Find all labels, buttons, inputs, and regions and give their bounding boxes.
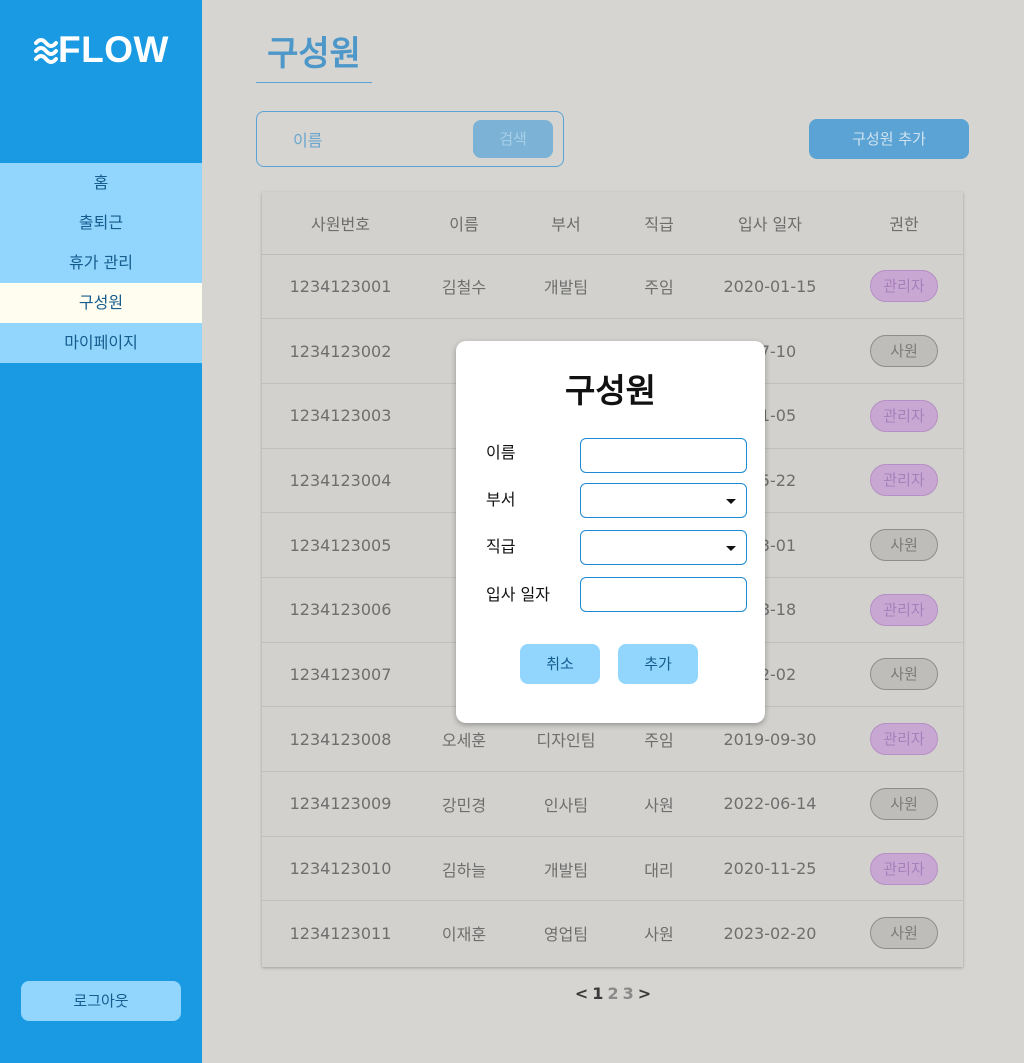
role-cell: 관리자: [845, 577, 963, 643]
name-cell: 김하늘: [419, 836, 509, 902]
page-button-2[interactable]: 2: [605, 984, 620, 1003]
table-row[interactable]: 1234123001 김철수 개발팀 주임 2020-01-15 관리자: [262, 254, 963, 320]
employee-id-cell: 1234123004: [262, 448, 419, 514]
role-badge: 관리자: [870, 723, 938, 756]
confirm-add-button[interactable]: 추가: [618, 644, 698, 684]
department-label: 부서: [486, 490, 516, 509]
role-badge: 관리자: [870, 852, 938, 885]
hire-date-cell: 2020-11-25: [695, 836, 845, 902]
department-select[interactable]: [580, 483, 747, 518]
role-badge: 관리자: [870, 399, 938, 432]
hire-date-cell: 2023-02-20: [723, 923, 817, 943]
employee-id-cell: 1234123008: [262, 706, 419, 772]
employee-id-cell: 1234123006: [262, 577, 419, 643]
department-cell: 영업팀: [543, 925, 589, 945]
employee-id-cell: 1234123003: [262, 383, 419, 449]
role-cell: 관리자: [845, 383, 963, 449]
table-header-row: 사원번호 이름 부서 직급 입사 일자 권한: [262, 192, 963, 255]
sidebar-item-leave[interactable]: 휴가 관리: [0, 243, 202, 283]
hire-date-label: 입사 일자: [486, 585, 550, 604]
column-header-role: 권한: [845, 192, 963, 255]
name-field[interactable]: [580, 438, 747, 473]
department-cell: 개발팀: [509, 254, 623, 320]
rank-cell: 사원: [623, 771, 695, 837]
role-badge: 관리자: [870, 270, 938, 303]
chevron-down-icon: [726, 546, 736, 551]
column-header-hire-date: 입사 일자: [695, 192, 845, 255]
table-row[interactable]: 1234123010 김하늘 개발팀 대리 2020-11-25 관리자: [262, 836, 963, 902]
role-cell: 사원: [845, 901, 963, 966]
sidebar-nav: 홈 출퇴근 휴가 관리 구성원 마이페이지: [0, 163, 202, 363]
role-cell: 사원: [845, 771, 963, 837]
column-header-employee-id: 사원번호: [262, 192, 419, 255]
role-cell: 관리자: [845, 836, 963, 902]
search-button[interactable]: 검색: [473, 120, 553, 158]
wave-icon: [34, 38, 58, 64]
role-cell: 관리자: [845, 448, 963, 514]
employee-id-cell: 1234123005: [262, 512, 419, 578]
column-header-rank: 직급: [623, 192, 695, 255]
sidebar-item-attendance[interactable]: 출퇴근: [0, 203, 202, 243]
role-badge: 관리자: [870, 593, 938, 626]
role-badge: 사원: [870, 917, 938, 950]
next-page-button[interactable]: >: [636, 984, 653, 1003]
table-row[interactable]: 1234123009 강민경 인사팀 사원 2022-06-14 사원: [262, 771, 963, 837]
employee-id-cell: 1234123002: [262, 318, 419, 384]
department-cell: 인사팀: [509, 771, 623, 837]
name-cell: 김철수: [419, 254, 509, 320]
role-badge: 사원: [870, 529, 938, 562]
column-header-name: 이름: [419, 192, 509, 255]
employee-id-cell: 1234123009: [262, 771, 419, 837]
logo[interactable]: FLOW: [34, 30, 169, 70]
role-badge: 사원: [870, 335, 938, 368]
logo-text: FLOW: [58, 29, 169, 70]
hire-date-field[interactable]: [580, 577, 747, 612]
sidebar-item-home[interactable]: 홈: [0, 163, 202, 203]
add-member-modal: 구성원 이름 부서 직급 입사 일자 취소 추가: [456, 341, 765, 723]
rank-cell: 사원: [644, 925, 674, 945]
column-header-department: 부서: [509, 192, 623, 255]
role-cell: 사원: [845, 642, 963, 708]
modal-title: 구성원: [564, 371, 657, 410]
role-badge: 관리자: [870, 464, 938, 497]
hire-date-cell: 2022-06-14: [695, 771, 845, 837]
add-member-button[interactable]: 구성원 추가: [809, 119, 969, 159]
department-cell: 개발팀: [509, 836, 623, 902]
role-cell: 사원: [845, 318, 963, 384]
name-cell: 강민경: [419, 771, 509, 837]
rank-cell: 대리: [623, 836, 695, 902]
employee-id-cell: 1234123010: [262, 836, 419, 902]
employee-id-cell: 1234123007: [262, 642, 419, 708]
employee-id-cell: 1234123011: [289, 923, 392, 943]
chevron-down-icon: [726, 499, 736, 504]
logout-button[interactable]: 로그아웃: [21, 981, 181, 1021]
page-button-1[interactable]: 1: [590, 984, 605, 1003]
name-cell: 이재훈: [441, 925, 487, 945]
cancel-button[interactable]: 취소: [520, 644, 600, 684]
role-badge: 사원: [870, 658, 938, 691]
sidebar-item-members[interactable]: 구성원: [0, 283, 202, 323]
rank-select[interactable]: [580, 530, 747, 565]
sidebar: FLOW 홈 출퇴근 휴가 관리 구성원 마이페이지 로그아웃: [0, 0, 202, 1063]
employee-id-cell: 1234123001: [262, 254, 419, 320]
rank-cell: 주임: [623, 254, 695, 320]
table-row[interactable]: 1234123011 이재훈 영업팀 사원 2023-02-20 사원: [262, 901, 963, 966]
role-cell: 관리자: [845, 706, 963, 772]
name-label: 이름: [486, 443, 516, 462]
search-input[interactable]: [269, 120, 469, 160]
prev-page-button[interactable]: <: [573, 984, 590, 1003]
sidebar-item-mypage[interactable]: 마이페이지: [0, 323, 202, 363]
page-button-3[interactable]: 3: [621, 984, 636, 1003]
pagination: < 1 2 3 >: [575, 982, 651, 1004]
role-cell: 사원: [845, 512, 963, 578]
rank-label: 직급: [486, 537, 516, 556]
page-title: 구성원: [256, 30, 372, 83]
role-badge: 사원: [870, 787, 938, 820]
search-box: 검색: [256, 111, 564, 167]
role-cell: 관리자: [845, 254, 963, 320]
hire-date-cell: 2020-01-15: [695, 254, 845, 320]
